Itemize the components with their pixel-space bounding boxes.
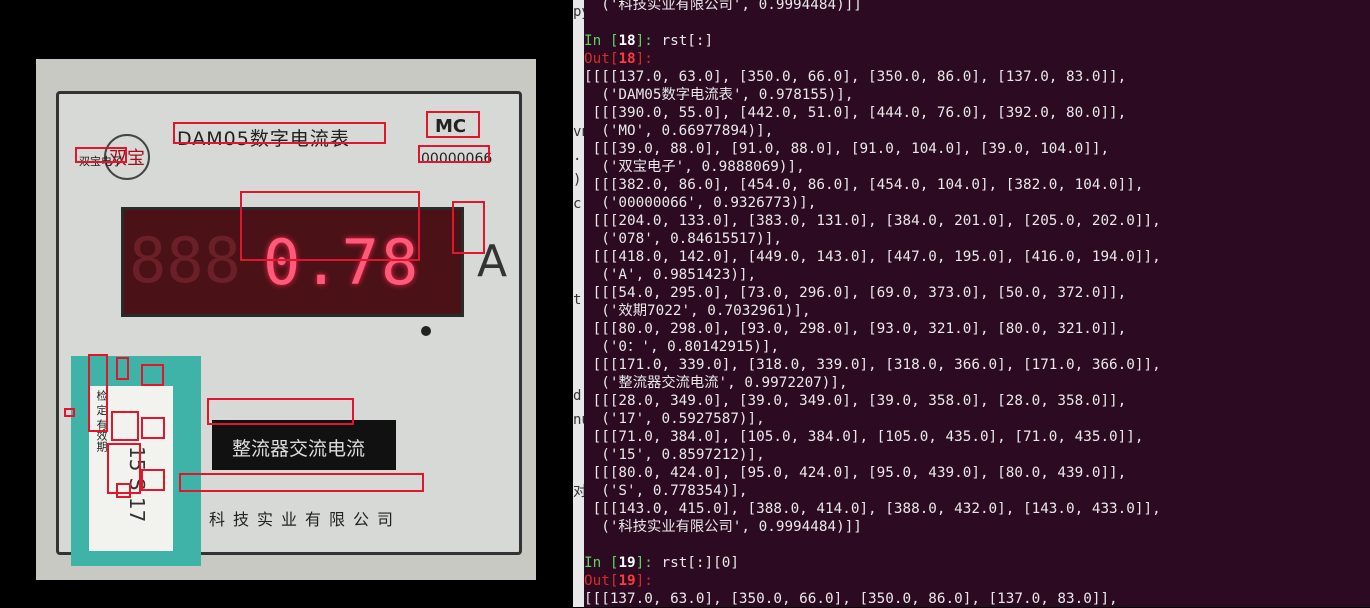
output-line: ('0：', 0.80142915)], bbox=[584, 339, 780, 355]
output-prompt-line: Out[18]: bbox=[584, 51, 653, 67]
gutter-fragment bbox=[573, 48, 584, 72]
ocr-box-extra-1 bbox=[141, 364, 164, 386]
function-panel-text: 整流器交流电流 bbox=[232, 438, 366, 460]
output-line: ('双宝电子', 0.9888069)], bbox=[584, 159, 805, 175]
gutter-fragment: nu bbox=[573, 412, 584, 428]
gutter-fragment bbox=[573, 96, 584, 120]
ocr-box-panel bbox=[207, 398, 354, 425]
gutter-fragment bbox=[573, 360, 584, 384]
gutter-fragment: . bbox=[573, 148, 582, 164]
output-line: [[[39.0, 88.0], [91.0, 88.0], [91.0, 104… bbox=[584, 141, 1110, 157]
ocr-box-zero bbox=[116, 357, 129, 380]
left-pane-edge: py vn.) c t d nu 对 bbox=[573, 0, 584, 607]
input-code: rst[:] bbox=[661, 33, 714, 49]
prompt-number: 18 bbox=[618, 33, 636, 49]
output-line: ('科技实业有限公司', 0.9994484)]] bbox=[584, 519, 862, 535]
screw bbox=[421, 326, 431, 336]
input-code: rst[:][0] bbox=[661, 555, 739, 571]
gutter-fragment bbox=[573, 264, 584, 288]
ocr-box-serial bbox=[418, 145, 490, 163]
gutter-fragment bbox=[573, 24, 584, 48]
gutter-fragment bbox=[573, 456, 584, 480]
ocr-box-17 bbox=[64, 408, 75, 417]
output-line: ('17', 0.5927587)], bbox=[584, 411, 765, 427]
image-viewer: 双宝 DAM05数字电流表 MC 双宝电子 00000066 888 0.78 … bbox=[0, 0, 573, 607]
gutter-fragment: ) bbox=[573, 172, 582, 188]
gutter-fragment: t bbox=[573, 292, 582, 308]
ocr-box-extra-2 bbox=[141, 417, 165, 439]
gutter-fragment: c bbox=[573, 196, 582, 212]
ocr-box-validity bbox=[88, 354, 108, 432]
output-line: [[[[137.0, 63.0], [350.0, 66.0], [350.0,… bbox=[584, 69, 1127, 85]
ocr-box-extra-4 bbox=[111, 411, 139, 441]
output-prompt-line: Out[19]: bbox=[584, 573, 653, 589]
meter-photo: 双宝 DAM05数字电流表 MC 双宝电子 00000066 888 0.78 … bbox=[36, 59, 536, 580]
manufacturer-text: 科技实业有限公司 bbox=[209, 510, 402, 529]
output-line: [[[28.0, 349.0], [39.0, 349.0], [39.0, 3… bbox=[584, 393, 1127, 409]
led-ghost-digits: 888 bbox=[129, 224, 241, 297]
gutter-fragment bbox=[573, 432, 584, 456]
input-prompt-line: In [19]: rst[:][0] bbox=[584, 555, 739, 571]
gutter-fragments: py vn.) c t d nu 对 bbox=[573, 0, 584, 607]
output-line: ('科技实业有限公司', 0.9994484)]] bbox=[584, 0, 862, 13]
output-line: [[[390.0, 55.0], [442.0, 51.0], [444.0, … bbox=[584, 105, 1127, 121]
output-line: [[[54.0, 295.0], [73.0, 296.0], [69.0, 3… bbox=[584, 285, 1127, 301]
gutter-fragment bbox=[573, 216, 584, 240]
gutter-fragment bbox=[573, 336, 584, 360]
gutter-fragment: vn bbox=[573, 124, 584, 140]
output-line: [[[418.0, 142.0], [449.0, 143.0], [447.0… bbox=[584, 249, 1161, 265]
gutter-fragment bbox=[573, 312, 584, 336]
ocr-box-title bbox=[173, 122, 386, 144]
ocr-box-unit bbox=[452, 201, 485, 254]
output-line: ('15', 0.8597212)], bbox=[584, 447, 765, 463]
gutter-fragment: 对 bbox=[573, 484, 584, 500]
output-line: ('DAM05数字电流表', 0.978155)], bbox=[584, 87, 854, 103]
output-line: [[[71.0, 384.0], [105.0, 384.0], [105.0,… bbox=[584, 429, 1144, 445]
ocr-box-mc bbox=[426, 111, 480, 138]
output-line: ('S', 0.778354)], bbox=[584, 483, 748, 499]
ocr-box-s bbox=[116, 483, 131, 498]
output-line: [[[137.0, 63.0], [350.0, 66.0], [350.0, … bbox=[584, 591, 1118, 607]
gutter-fragment: py bbox=[573, 4, 584, 20]
output-line: [[[143.0, 415.0], [388.0, 414.0], [388.0… bbox=[584, 501, 1161, 517]
output-line: [[[171.0, 339.0], [318.0, 339.0], [318.0… bbox=[584, 357, 1161, 373]
prompt-number: 19 bbox=[618, 555, 636, 571]
output-line: ('整流器交流电流', 0.9972207)], bbox=[584, 375, 848, 391]
output-line: ('00000066', 0.9326773)], bbox=[584, 195, 817, 211]
ocr-box-company bbox=[75, 147, 127, 163]
output-line: [[[80.0, 424.0], [95.0, 424.0], [95.0, 4… bbox=[584, 465, 1127, 481]
output-line: [[[80.0, 298.0], [93.0, 298.0], [93.0, 3… bbox=[584, 321, 1127, 337]
input-prompt-line: In [18]: rst[:] bbox=[584, 33, 714, 49]
ocr-box-reading bbox=[240, 191, 420, 261]
ocr-box-extra-3 bbox=[141, 469, 165, 491]
output-line: [[[204.0, 133.0], [383.0, 131.0], [384.0… bbox=[584, 213, 1161, 229]
output-line: ('效期7022', 0.7032961)], bbox=[584, 303, 811, 319]
output-line: ('078', 0.84615517)], bbox=[584, 231, 782, 247]
terminal-output[interactable]: ('科技实业有限公司', 0.9994484)]] In [18]: rst[:… bbox=[584, 0, 1370, 608]
ocr-box-manufacturer bbox=[179, 473, 424, 492]
gutter-fragment bbox=[573, 240, 584, 264]
gutter-fragment: d bbox=[573, 388, 582, 404]
output-line: [[[382.0, 86.0], [454.0, 86.0], [454.0, … bbox=[584, 177, 1144, 193]
output-line: ('A', 0.9851423)], bbox=[584, 267, 757, 283]
gutter-fragment bbox=[573, 72, 584, 96]
output-line: ('MO', 0.66977894)], bbox=[584, 123, 774, 139]
ipython-terminal[interactable]: py vn.) c t d nu 对 ('科技实业有限公司', 0.9994484)]] I… bbox=[573, 0, 1370, 607]
